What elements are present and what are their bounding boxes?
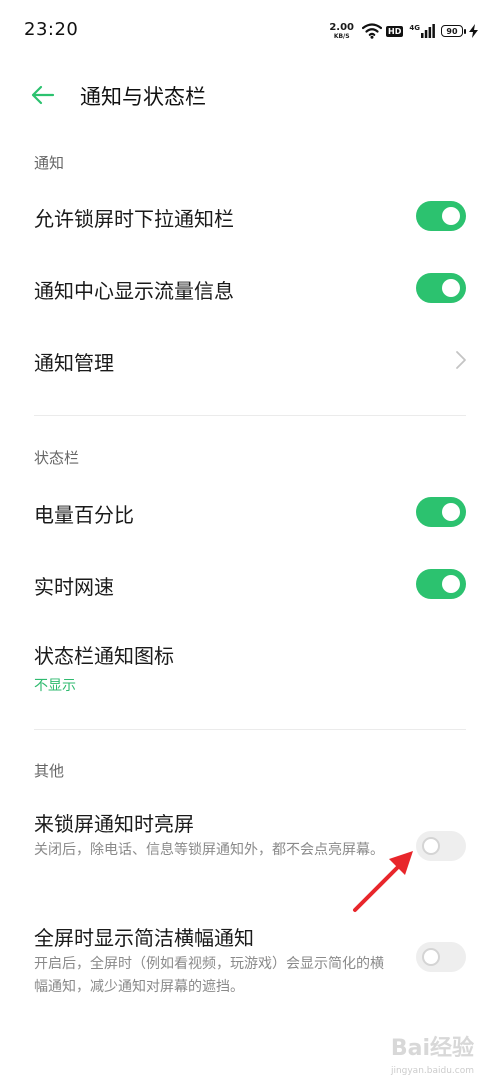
toggle-switch[interactable] [416,497,466,527]
charging-bolt-icon [469,24,478,38]
row-title: 允许锁屏时下拉通知栏 [34,207,234,231]
row-title: 电量百分比 [34,503,134,527]
row-title: 通知管理 [34,351,114,375]
arrow-left-icon[interactable] [28,80,58,110]
row-value: 不显示 [34,678,76,694]
row-title: 来锁屏通知时亮屏 [34,812,194,836]
section-label-status-bar: 状态栏 [34,449,80,467]
row-realtime-speed[interactable]: 实时网速 [0,548,500,620]
signal-label: 4G [409,24,420,32]
toggle-switch[interactable] [416,201,466,231]
row-status-bar-notification-icons[interactable]: 状态栏通知图标 不显示 [0,620,500,712]
page-title: 通知与状态栏 [80,85,206,109]
row-fullscreen-banner[interactable]: 全屏时显示简洁横幅通知 开启后，全屏时（例如看视频，玩游戏）会显示简化的横幅通知… [0,910,500,1010]
toggle-knob [422,837,440,855]
row-title: 状态栏通知图标 [34,644,174,668]
row-subtitle: 开启后，全屏时（例如看视频，玩游戏）会显示简化的横幅通知，减少通知对屏幕的遮挡。 [34,956,384,995]
section-divider [34,729,466,730]
toggle-knob [422,948,440,966]
status-time: 23:20 [24,19,79,40]
status-bar: 23:20 2.00 KB/S HD 4G 90 [0,0,500,62]
signal-icon: 4G [409,24,435,38]
section-label-notification: 通知 [34,154,65,172]
watermark-url: jingyan.baidu.com [390,1066,474,1076]
section-label-other: 其他 [34,762,65,780]
row-battery-percentage[interactable]: 电量百分比 [0,476,500,548]
net-speed-unit: KB/S [333,32,350,40]
toggle-knob [442,279,460,297]
chevron-right-icon [456,351,466,369]
wifi-icon [362,23,383,39]
toggle-knob [442,575,460,593]
toggle-switch[interactable] [416,831,466,861]
row-wake-on-lock-notification[interactable]: 来锁屏通知时亮屏 关闭后，除电话、信息等锁屏通知外，都不会点亮屏幕。 [0,796,500,896]
row-lockscreen-pulldown[interactable]: 允许锁屏时下拉通知栏 [0,180,500,252]
section-divider [34,415,466,416]
row-title: 通知中心显示流量信息 [34,279,234,303]
row-title: 实时网速 [34,575,114,599]
toggle-knob [442,207,460,225]
status-icons: 2.00 KB/S HD 4G 90 [329,18,478,44]
battery-icon: 90 [441,25,466,37]
toggle-switch[interactable] [416,942,466,972]
page-header: 通知与状态栏 [0,62,500,128]
toggle-switch[interactable] [416,273,466,303]
toggle-knob [442,503,460,521]
row-subtitle: 关闭后，除电话、信息等锁屏通知外，都不会点亮屏幕。 [34,842,384,858]
watermark-logo: Bai经验 [390,1036,474,1061]
net-speed-value: 2.00 [329,21,355,33]
annotation-arrow-icon [353,851,413,912]
hd-badge: HD [386,25,404,37]
row-notification-management[interactable]: 通知管理 [0,324,500,396]
net-speed: 2.00 KB/S [329,21,355,40]
row-traffic-info[interactable]: 通知中心显示流量信息 [0,252,500,324]
row-title: 全屏时显示简洁横幅通知 [34,926,254,950]
toggle-switch[interactable] [416,569,466,599]
